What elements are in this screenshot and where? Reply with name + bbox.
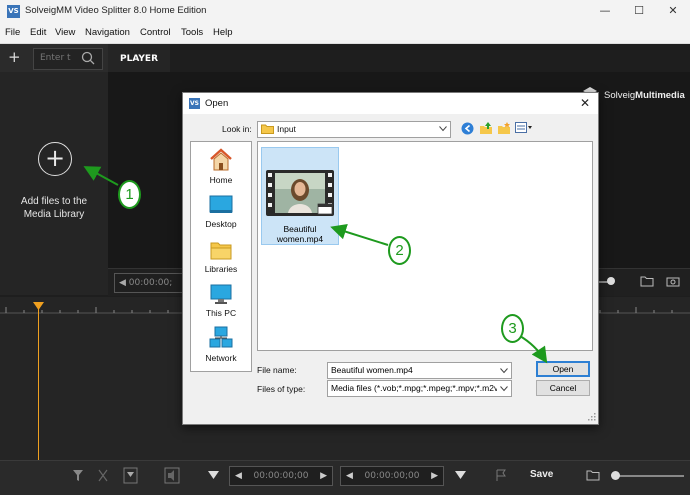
arrow-1 <box>83 166 119 186</box>
annotation-3: 3 <box>501 314 524 343</box>
annotation-2: 2 <box>388 236 411 265</box>
arrow-3 <box>519 335 548 364</box>
annotation-1: 1 <box>118 180 141 209</box>
arrow-2 <box>330 223 389 246</box>
annotation-arrows <box>83 166 548 364</box>
